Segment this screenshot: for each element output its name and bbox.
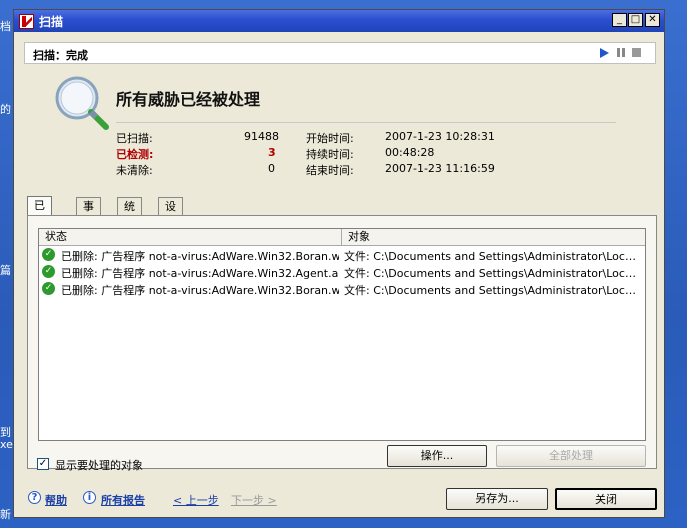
maximize-button[interactable]: □ bbox=[628, 13, 643, 27]
row-status: 已删除: 广告程序 not-a-virus:AdWare.Win32.Boran… bbox=[61, 284, 339, 297]
row-object: 文件: C:\Documents and Settings\Administra… bbox=[344, 284, 642, 297]
uncleaned-value: 0 bbox=[268, 162, 275, 175]
row-status: 已删除: 广告程序 not-a-virus:AdWare.Win32.Agent… bbox=[61, 267, 339, 280]
end-time-label: 结束时间: bbox=[306, 164, 354, 177]
duration-label: 持续时间: bbox=[306, 148, 354, 161]
close-button[interactable]: 关闭 bbox=[555, 488, 657, 510]
save-as-button[interactable]: 另存为... bbox=[446, 488, 548, 510]
window-title: 扫描 bbox=[39, 15, 64, 29]
result-headline: 所有威胁已经被处理 bbox=[116, 90, 261, 109]
table-row[interactable]: ✓ 已删除: 广告程序 not-a-virus:AdWare.Win32.Bor… bbox=[39, 280, 645, 297]
title-bar[interactable]: 扫描 _ □ ✕ bbox=[14, 10, 664, 32]
desktop-edge-label: 篇 bbox=[0, 264, 11, 277]
process-all-button[interactable]: 全部处理 bbox=[496, 445, 646, 467]
list-header: 状态 对象 bbox=[39, 229, 645, 246]
detected-value: 3 bbox=[268, 146, 276, 159]
check-icon: ✓ bbox=[42, 282, 55, 295]
show-objects-label: 显示要处理的对象 bbox=[55, 459, 143, 472]
info-icon[interactable]: i bbox=[83, 491, 96, 504]
start-time-value: 2007-1-23 10:28:31 bbox=[385, 130, 495, 143]
tab-statistics[interactable]: 统计 bbox=[117, 197, 142, 230]
divider bbox=[116, 122, 616, 123]
column-header-status[interactable]: 状态 bbox=[39, 229, 342, 245]
row-object: 文件: C:\Documents and Settings\Administra… bbox=[344, 267, 642, 280]
next-step-link[interactable]: 下一步 > bbox=[231, 492, 277, 508]
kaspersky-app-icon bbox=[19, 14, 34, 29]
row-object: 文件: C:\Documents and Settings\Administra… bbox=[344, 250, 642, 263]
help-icon[interactable]: ? bbox=[28, 491, 41, 504]
desktop-edge-label: xe bbox=[0, 438, 13, 451]
end-time-value: 2007-1-23 11:16:59 bbox=[385, 162, 495, 175]
help-link[interactable]: 帮助 bbox=[45, 492, 67, 508]
duration-value: 00:48:28 bbox=[385, 146, 435, 159]
scanned-label: 已扫描: bbox=[116, 132, 153, 145]
uncleaned-label: 未清除: bbox=[116, 164, 153, 177]
pause-icon[interactable] bbox=[616, 47, 628, 59]
column-header-object[interactable]: 对象 bbox=[342, 229, 370, 245]
detected-panel: 状态 对象 ✓ 已删除: 广告程序 not-a-virus:AdWare.Win… bbox=[27, 215, 657, 469]
prev-step-link[interactable]: < 上一步 bbox=[173, 492, 219, 508]
tab-events[interactable]: 事件 bbox=[76, 197, 101, 230]
tab-detected[interactable]: 已检测 bbox=[27, 196, 52, 246]
scanned-value: 91488 bbox=[244, 130, 279, 143]
detected-list[interactable]: 状态 对象 ✓ 已删除: 广告程序 not-a-virus:AdWare.Win… bbox=[38, 228, 646, 441]
table-row[interactable]: ✓ 已删除: 广告程序 not-a-virus:AdWare.Win32.Age… bbox=[39, 263, 645, 280]
detected-label: 已检测: bbox=[116, 148, 154, 161]
action-button[interactable]: 操作... bbox=[387, 445, 487, 467]
close-window-button[interactable]: ✕ bbox=[645, 13, 660, 27]
scan-window: 扫描 _ □ ✕ 扫描：完成 所有威胁已经被处理 已扫描: 91488 已检测:… bbox=[13, 9, 665, 518]
show-objects-checkbox[interactable]: ✓ bbox=[37, 458, 49, 470]
start-time-label: 开始时间: bbox=[306, 132, 354, 145]
minimize-button[interactable]: _ bbox=[612, 13, 627, 27]
desktop-edge-label: 档 bbox=[0, 20, 11, 33]
row-status: 已删除: 广告程序 not-a-virus:AdWare.Win32.Boran… bbox=[61, 250, 339, 263]
scan-status-label: 扫描：完成 bbox=[33, 49, 88, 62]
check-icon: ✓ bbox=[42, 265, 55, 278]
stop-icon[interactable] bbox=[632, 48, 641, 57]
desktop-edge-label: 的 bbox=[0, 103, 11, 116]
desktop-edge-label: 新 bbox=[0, 508, 11, 521]
play-icon[interactable] bbox=[600, 48, 609, 58]
status-header: 扫描：完成 bbox=[24, 42, 656, 64]
check-icon: ✓ bbox=[42, 248, 55, 261]
magnifier-icon bbox=[55, 76, 109, 130]
table-row[interactable]: ✓ 已删除: 广告程序 not-a-virus:AdWare.Win32.Bor… bbox=[39, 246, 645, 263]
tab-settings[interactable]: 设置 bbox=[158, 197, 183, 230]
all-reports-link[interactable]: 所有报告 bbox=[101, 492, 145, 508]
